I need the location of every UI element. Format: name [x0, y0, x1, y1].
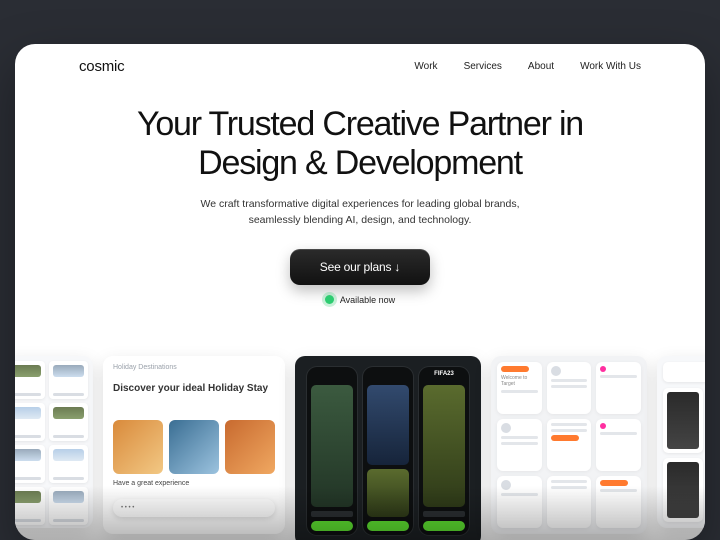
brand-logo[interactable]: cosmic	[79, 58, 124, 75]
game-title: FIFA23	[423, 371, 465, 381]
nav-link-services[interactable]: Services	[464, 61, 502, 72]
phone-mockup	[363, 367, 413, 535]
status-label: Available now	[340, 295, 395, 305]
thumb	[49, 487, 88, 525]
buy-button-icon	[423, 521, 465, 531]
tile	[497, 419, 542, 471]
phone-mockup	[307, 367, 357, 535]
portfolio-card-gaming[interactable]: FIFA23	[295, 356, 481, 540]
tile	[547, 419, 592, 471]
hero-headline-line2: Design & Development	[198, 144, 522, 182]
tile	[596, 476, 641, 528]
product-thumb-icon	[663, 388, 703, 453]
photo-sunset-icon	[225, 420, 275, 474]
portfolio-card-travel[interactable]: Holiday Destinations Discover your ideal…	[103, 356, 285, 534]
buy-button-icon	[367, 521, 409, 531]
product-grid	[663, 388, 705, 522]
hero-headline-line1: Your Trusted Creative Partner in	[137, 105, 583, 143]
nav-link-work-with-us[interactable]: Work With Us	[580, 61, 641, 72]
buy-button-icon	[311, 521, 353, 531]
portfolio-card-products[interactable]	[657, 356, 705, 528]
phone-mockup: FIFA23	[419, 367, 469, 535]
nav-link-work[interactable]: Work	[414, 61, 437, 72]
availability-status: Available now	[325, 295, 395, 305]
nav-link-about[interactable]: About	[528, 61, 554, 72]
see-plans-button[interactable]: See our plans ↓	[290, 249, 430, 285]
portfolio-gallery: Holiday Destinations Discover your ideal…	[15, 356, 705, 540]
thumb	[49, 445, 88, 483]
tile	[596, 362, 641, 414]
portfolio-card-mobile-grid[interactable]	[15, 356, 93, 528]
thumb	[49, 361, 88, 399]
portfolio-card-app-mosaic[interactable]: Welcome to Target	[491, 356, 647, 534]
product-thumb-icon	[663, 458, 703, 523]
game-art-icon	[367, 385, 409, 465]
hero-headline: Your Trusted Creative Partner in Design …	[55, 105, 665, 183]
photo-sea-icon	[169, 420, 219, 474]
tile	[596, 419, 641, 471]
game-art-icon	[311, 385, 353, 507]
travel-search-bar: • • • •	[113, 499, 275, 517]
nav-links: Work Services About Work With Us	[414, 61, 641, 72]
landing-window: cosmic Work Services About Work With Us …	[15, 44, 705, 540]
thumb	[15, 487, 45, 525]
tile	[547, 476, 592, 528]
product-header	[663, 362, 705, 382]
top-nav: cosmic Work Services About Work With Us	[15, 44, 705, 81]
travel-eyebrow: Holiday Destinations	[113, 364, 275, 371]
travel-caption: Have a great experience	[103, 474, 285, 487]
thumb	[15, 361, 45, 399]
photo-desert-icon	[113, 420, 163, 474]
hero-section: Your Trusted Creative Partner in Design …	[15, 81, 705, 305]
thumb	[49, 403, 88, 441]
game-art-icon	[367, 469, 409, 517]
hero-subtext: We craft transformative digital experien…	[195, 197, 525, 229]
tile	[547, 362, 592, 414]
thumb	[15, 403, 45, 441]
tile-label: Welcome to Target	[501, 375, 538, 387]
game-art-icon	[423, 385, 465, 507]
status-dot-icon	[325, 295, 334, 304]
travel-header: Holiday Destinations Discover your ideal…	[103, 356, 285, 414]
tile: Welcome to Target	[497, 362, 542, 414]
cta-wrap: See our plans ↓ Available now	[55, 249, 665, 305]
travel-photos	[103, 414, 285, 474]
tile	[497, 476, 542, 528]
travel-title: Discover your ideal Holiday Stay	[113, 383, 275, 395]
thumb	[15, 445, 45, 483]
